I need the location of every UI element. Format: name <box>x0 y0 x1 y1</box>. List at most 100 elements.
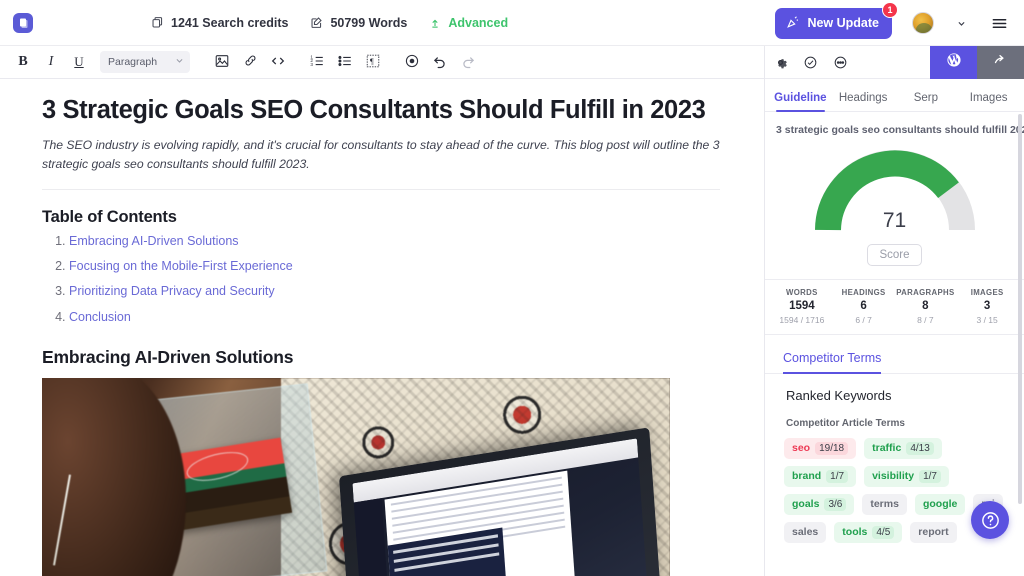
term-chip[interactable]: goals 3/6 <box>784 493 855 515</box>
stat-images: IMAGES 3 3 / 15 <box>956 288 1018 325</box>
unordered-list-button[interactable] <box>332 49 358 75</box>
score-gauge-block: 71 Score <box>765 138 1024 279</box>
new-update-button[interactable]: New Update 1 <box>775 1 898 39</box>
term-chip[interactable]: tools 4/5 <box>834 521 903 543</box>
code-icon <box>270 53 286 72</box>
check-circle-icon[interactable] <box>795 46 825 79</box>
block-format-select[interactable]: Paragraph <box>100 51 190 73</box>
table-of-contents: Table of Contents Embracing AI-Driven So… <box>42 208 720 325</box>
term-text: tools <box>842 526 868 539</box>
hamburger-menu-icon[interactable] <box>984 8 1014 38</box>
paragraph-mark-button[interactable]: ¶ <box>360 49 386 75</box>
preview-button[interactable] <box>399 49 425 75</box>
toc-link-2[interactable]: Focusing on the Mobile-First Experience <box>69 259 293 273</box>
search-credits-stat[interactable]: 1241 Search credits <box>151 16 288 30</box>
italic-button[interactable]: I <box>38 49 64 75</box>
words-stat[interactable]: 50799 Words <box>310 16 407 30</box>
toc-list: Embracing AI-Driven Solutions Focusing o… <box>42 233 720 325</box>
tab-serp[interactable]: Serp <box>895 92 958 111</box>
score-value: 71 <box>882 208 907 232</box>
tab-competitor-terms[interactable]: Competitor Terms <box>783 351 882 374</box>
term-count: 1/7 <box>826 469 849 483</box>
stat-ratio: 8 / 7 <box>917 314 934 325</box>
redo-button[interactable] <box>455 49 481 75</box>
confetti-icon <box>786 15 800 32</box>
term-chip[interactable]: brand 1/7 <box>784 465 857 487</box>
competitor-tabs: Competitor Terms <box>765 335 1024 374</box>
tab-guideline[interactable]: Guideline <box>769 92 832 112</box>
content-stats: WORDS 1594 1594 / 1716 HEADINGS 6 6 / 7 … <box>765 278 1024 335</box>
term-count: 3/6 <box>824 497 847 511</box>
term-count: 1/7 <box>919 469 941 483</box>
stat-words: WORDS 1594 1594 / 1716 <box>771 288 833 325</box>
stat-ratio: 3 / 15 <box>976 314 998 325</box>
target-keyword-label: 3 strategic goals seo consultants should… <box>776 124 1024 136</box>
share-export-button[interactable] <box>977 45 1024 79</box>
score-label-chip[interactable]: Score <box>867 243 922 266</box>
term-chip[interactable]: terms <box>862 493 907 515</box>
update-count-badge: 1 <box>882 1 898 18</box>
advanced-stat[interactable]: Advanced <box>429 16 508 30</box>
toc-link-3[interactable]: Prioritizing Data Privacy and Security <box>69 284 275 298</box>
stat-paragraphs: PARAGRAPHS 8 8 / 7 <box>895 288 957 325</box>
workspace: B I U Paragraph 1 2 3 ¶ 3 Strategic Goal… <box>0 45 1024 576</box>
paragraph-mark-icon: ¶ <box>365 53 381 72</box>
toc-link-1[interactable]: Embracing AI-Driven Solutions <box>69 234 239 248</box>
term-text: goals <box>792 498 820 511</box>
words-label: 50799 Words <box>330 15 408 30</box>
pencil-square-icon <box>310 16 323 29</box>
sidebar-scrollbar[interactable] <box>1018 114 1022 504</box>
wordpress-icon <box>946 52 962 73</box>
layers-icon <box>151 16 164 29</box>
stat-value: 3 <box>983 299 991 312</box>
gear-icon[interactable] <box>765 46 795 79</box>
upgrade-arrow-icon <box>429 17 441 29</box>
more-circle-icon[interactable] <box>825 46 855 79</box>
insert-link-button[interactable] <box>237 49 263 75</box>
wordpress-publish-button[interactable] <box>930 45 977 79</box>
bold-button[interactable]: B <box>10 49 36 75</box>
bold-icon: B <box>18 54 28 69</box>
new-update-label: New Update <box>807 16 879 30</box>
stat-ratio: 1594 / 1716 <box>779 314 825 325</box>
article-image[interactable] <box>42 377 670 576</box>
term-chip[interactable]: traffic 4/13 <box>864 437 942 459</box>
term-text: traffic <box>872 442 902 455</box>
term-chip[interactable]: sales <box>784 521 827 543</box>
term-count: 4/5 <box>872 525 895 539</box>
app-logo-icon <box>13 12 33 33</box>
term-count: 4/13 <box>906 441 934 455</box>
italic-icon: I <box>48 54 54 69</box>
ordered-list-button[interactable]: 123 <box>304 49 330 75</box>
app-logo[interactable] <box>0 12 46 33</box>
term-text: report <box>918 526 949 539</box>
editor-toolbar: B I U Paragraph 1 2 3 ¶ <box>0 46 764 79</box>
insert-image-button[interactable] <box>209 49 235 75</box>
avatar[interactable] <box>912 12 934 34</box>
list-item: Conclusion <box>69 309 720 325</box>
underline-icon: U <box>74 54 84 69</box>
seo-sidebar: Guideline Headings Serp Images 3 strateg… <box>765 45 1024 576</box>
undo-button[interactable] <box>427 49 453 75</box>
underline-button[interactable]: U <box>66 49 92 75</box>
term-chip[interactable]: google <box>914 493 966 515</box>
term-chip[interactable]: seo 19/18 <box>784 437 857 459</box>
svg-text:¶: ¶ <box>370 57 374 66</box>
term-text: visibility <box>872 470 915 483</box>
term-text: google <box>922 498 958 511</box>
term-text: terms <box>870 498 899 511</box>
account-chevron-down-icon[interactable] <box>948 8 974 38</box>
document-canvas[interactable]: 3 Strategic Goals SEO Consultants Should… <box>0 79 764 576</box>
tab-headings[interactable]: Headings <box>832 92 895 111</box>
stat-label: PARAGRAPHS <box>896 287 955 297</box>
term-text: brand <box>792 470 822 483</box>
term-chip[interactable]: visibility 1/7 <box>864 465 949 487</box>
image-icon <box>214 53 230 72</box>
toc-link-4[interactable]: Conclusion <box>69 310 131 324</box>
list-item: Embracing AI-Driven Solutions <box>69 233 720 249</box>
svg-text:3: 3 <box>310 61 313 66</box>
code-button[interactable] <box>265 49 291 75</box>
help-button[interactable] <box>971 501 1009 539</box>
tab-images[interactable]: Images <box>957 92 1020 111</box>
term-chip[interactable]: report <box>910 521 957 543</box>
